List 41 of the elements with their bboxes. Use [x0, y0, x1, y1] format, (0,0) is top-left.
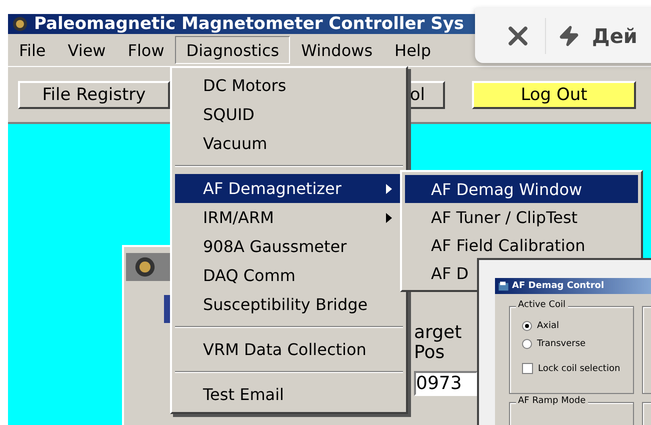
menu-item[interactable]: Susceptibility Bridge	[175, 290, 403, 319]
window-title: Paleomagnetic Magnetometer Controller Sys	[34, 14, 464, 34]
menu-item[interactable]: AF Tuner / ClipTest	[405, 203, 638, 231]
menu-item[interactable]: 908A Gaussmeter	[175, 232, 403, 261]
menu-item[interactable]: DAQ Comm	[175, 261, 403, 290]
menu-item[interactable]: File	[8, 36, 57, 64]
menu-item[interactable]: Flow	[116, 36, 176, 64]
menu-item[interactable]: AF Demagnetizer	[175, 174, 403, 203]
checkbox[interactable]	[522, 363, 533, 374]
app-icon	[134, 256, 156, 278]
menu-item[interactable]: Test Email	[175, 380, 403, 409]
option-label: Axial	[537, 321, 559, 331]
submenu-arrow-icon	[385, 182, 393, 194]
toolbar-button[interactable]: Log Out	[472, 80, 636, 108]
lightning-icon	[558, 24, 580, 46]
radio-button[interactable]	[522, 339, 532, 349]
toolbar-button[interactable]: File Registry	[18, 80, 170, 108]
menu-item[interactable]: Help	[384, 36, 442, 64]
menu-item[interactable]: DC Motors	[175, 71, 403, 100]
menu-item[interactable]: AF Demag Window	[405, 175, 638, 203]
menu-item[interactable]: Windows	[290, 36, 384, 64]
menu-item[interactable]: View	[56, 36, 117, 64]
menu-item[interactable]: SQUID	[175, 100, 403, 129]
submenu-arrow-icon	[385, 212, 393, 224]
action-label[interactable]: Дей	[592, 24, 638, 48]
window-title: AF Demag Control	[512, 281, 604, 291]
menu-item[interactable]: IRM/ARM	[175, 203, 403, 232]
field-label: arget	[414, 323, 462, 343]
menu-item[interactable]: VRM Data Collection	[175, 335, 403, 364]
group-label: AF Ramp Mode	[516, 396, 588, 406]
input-field[interactable]: 0973	[414, 371, 478, 396]
group-label: Active Coil	[516, 300, 568, 310]
menu-item[interactable]: Vacuum	[175, 129, 403, 158]
radio-button[interactable]	[522, 321, 532, 331]
menu-item[interactable]: Diagnostics	[175, 36, 290, 64]
app-icon	[12, 16, 28, 32]
option-label: Lock coil selection	[538, 364, 620, 374]
app-icon	[498, 280, 509, 292]
option-label: Transverse	[537, 339, 586, 349]
field-label: Pos	[414, 343, 445, 363]
menu-item[interactable]: AF Field Calibration	[405, 231, 638, 259]
